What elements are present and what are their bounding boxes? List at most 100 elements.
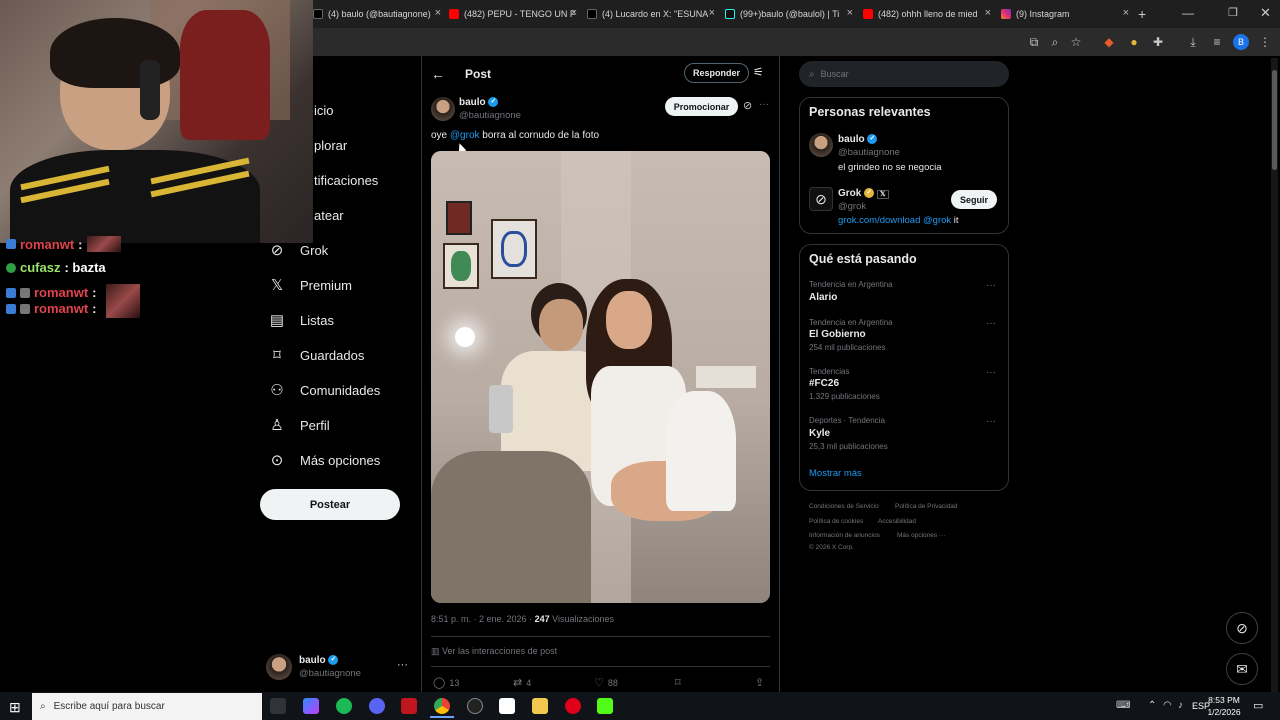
- discord-icon[interactable]: [369, 698, 385, 714]
- promote-button[interactable]: Promocionar: [665, 97, 738, 116]
- trend-name[interactable]: El Gobierno: [809, 329, 866, 340]
- account-menu-icon[interactable]: ···: [397, 659, 408, 671]
- windows-start-icon[interactable]: ⊞: [9, 699, 21, 716]
- footer-link[interactable]: Más opciones ···: [897, 532, 945, 539]
- grok-fab-icon[interactable]: ⊘: [1226, 612, 1258, 644]
- trend-more-icon[interactable]: ···: [986, 280, 996, 291]
- close-tab-icon[interactable]: ×: [847, 7, 853, 19]
- post-more-icon[interactable]: ···: [759, 99, 769, 110]
- footer-link[interactable]: Política de cookies: [809, 518, 863, 525]
- close-tab-icon[interactable]: ×: [1123, 7, 1129, 19]
- nav-communities[interactable]: ⚇ Comunidades: [268, 378, 380, 402]
- browser-tab[interactable]: (4) Lucardo en X: "ESUNA ×: [587, 4, 715, 24]
- browser-tab[interactable]: (482) ohhh lleno de mied ×: [863, 4, 991, 24]
- capcut-icon[interactable]: [499, 698, 515, 714]
- network-icon[interactable]: ◠: [1163, 700, 1172, 711]
- extension-icon[interactable]: ◆: [1101, 34, 1117, 50]
- browser-tab-active[interactable]: (9) Instagram ×: [1001, 4, 1129, 24]
- close-tab-icon[interactable]: ×: [571, 7, 577, 19]
- download-icon[interactable]: ⤓: [1185, 34, 1201, 50]
- clock-date[interactable]: 1/2/2026: [1204, 707, 1244, 717]
- kick-icon[interactable]: [597, 698, 613, 714]
- post-photo[interactable]: [431, 151, 770, 603]
- app-icon[interactable]: [401, 698, 417, 714]
- extension-icon[interactable]: ●: [1126, 34, 1142, 50]
- account-name[interactable]: baulo ✓: [299, 655, 339, 666]
- share-action[interactable]: ⇪: [755, 676, 764, 689]
- footer-link[interactable]: Condiciones de Servicio: [809, 503, 879, 510]
- opera-icon[interactable]: [565, 698, 581, 714]
- taskbar-search[interactable]: ⌕ Escribe aquí para buscar: [32, 693, 262, 720]
- nav-messages[interactable]: atear: [314, 203, 344, 227]
- keyboard-icon[interactable]: ⌨: [1116, 700, 1130, 711]
- chrome-icon[interactable]: [434, 698, 450, 714]
- footer-link[interactable]: Accesibilidad: [878, 518, 916, 525]
- show-more-link[interactable]: Mostrar más: [809, 468, 862, 479]
- file-explorer-icon[interactable]: [532, 698, 548, 714]
- trend-more-icon[interactable]: ···: [986, 367, 996, 378]
- trend-more-icon[interactable]: ···: [986, 318, 996, 329]
- restore-window-icon[interactable]: ❐: [1228, 6, 1238, 19]
- nav-lists[interactable]: ▤ Listas: [268, 308, 334, 332]
- browser-menu-icon[interactable]: ⋮: [1257, 34, 1273, 50]
- scrollbar-thumb[interactable]: [1272, 70, 1277, 170]
- nav-more-options[interactable]: ⊙ Más opciones: [268, 448, 381, 472]
- trend-name[interactable]: Kyle: [809, 428, 830, 439]
- reading-list-icon[interactable]: ≡: [1209, 34, 1225, 50]
- person-name[interactable]: baulo ✓: [838, 134, 878, 145]
- tray-chevron-icon[interactable]: ⌃: [1148, 700, 1156, 711]
- follow-button[interactable]: Seguir: [951, 190, 997, 209]
- like-action[interactable]: ♡ 88: [594, 676, 618, 689]
- nav-grok[interactable]: ⊘ Grok: [268, 238, 328, 262]
- reply-button[interactable]: Responder: [684, 63, 749, 83]
- close-tab-icon[interactable]: ×: [709, 7, 715, 19]
- post-button[interactable]: Postear: [260, 489, 400, 520]
- post-interactions-link[interactable]: ▥ Ver las interacciones de post: [431, 646, 557, 657]
- spotify-icon[interactable]: [336, 698, 352, 714]
- task-view-icon[interactable]: [270, 698, 286, 714]
- extensions-puzzle-icon[interactable]: ✚: [1150, 34, 1166, 50]
- footer-link[interactable]: Información de anuncios: [809, 532, 880, 539]
- author-name[interactable]: baulo ✓: [459, 97, 499, 108]
- person-avatar[interactable]: [809, 133, 833, 157]
- cast-icon[interactable]: ⧉: [1026, 34, 1042, 50]
- bookmark-star-icon[interactable]: ☆: [1068, 34, 1084, 50]
- clock-time[interactable]: 8:53 PM: [1208, 695, 1240, 705]
- browser-tab[interactable]: (99+)baulo (@baulol) | Ti ×: [725, 4, 853, 24]
- nav-profile[interactable]: ♙ Perfil: [268, 413, 329, 437]
- close-tab-icon[interactable]: ×: [985, 7, 991, 19]
- close-tab-icon[interactable]: ×: [435, 7, 441, 19]
- trend-more-icon[interactable]: ···: [986, 416, 996, 427]
- grok-avatar-icon[interactable]: ⊘: [809, 187, 833, 211]
- close-window-icon[interactable]: ✕: [1260, 5, 1271, 21]
- volume-icon[interactable]: ♪: [1178, 700, 1183, 711]
- copilot-icon[interactable]: [303, 698, 319, 714]
- account-avatar[interactable]: [266, 654, 292, 680]
- new-tab-button[interactable]: +: [1138, 6, 1146, 22]
- browser-tab[interactable]: (4) baulo (@bautiagnone) ×: [313, 4, 441, 24]
- messages-fab-icon[interactable]: ✉: [1226, 653, 1258, 685]
- nav-premium[interactable]: 𝕏 Premium: [268, 273, 352, 297]
- profile-avatar-icon[interactable]: B: [1233, 34, 1249, 50]
- footer-link[interactable]: Política de Privacidad: [895, 503, 958, 510]
- bookmark-action[interactable]: ⌑: [675, 676, 681, 689]
- trend-name[interactable]: #FC26: [809, 378, 839, 389]
- nav-explore[interactable]: plorar: [314, 133, 347, 157]
- minimize-window-icon[interactable]: —: [1182, 6, 1194, 20]
- zoom-icon[interactable]: ⌕: [1047, 34, 1063, 50]
- person-name[interactable]: Grok ✓ 𝕏: [838, 188, 889, 199]
- back-arrow-icon[interactable]: ←: [431, 66, 445, 82]
- notifications-icon[interactable]: ▭: [1253, 699, 1263, 712]
- nav-notifications[interactable]: tificaciones: [314, 168, 378, 192]
- settings-sliders-icon[interactable]: ⚟: [753, 65, 764, 79]
- browser-tab[interactable]: (482) PEPU - TENGO UN F ×: [449, 4, 577, 24]
- nav-home[interactable]: icio: [314, 98, 334, 122]
- reply-action[interactable]: ◯ 13: [433, 676, 459, 689]
- obs-icon[interactable]: [467, 698, 483, 714]
- search-field[interactable]: ⌕ Buscar: [799, 61, 1009, 87]
- grok-analyze-icon[interactable]: ⊘: [743, 99, 752, 112]
- author-avatar[interactable]: [431, 97, 455, 121]
- trend-name[interactable]: Alario: [809, 292, 837, 303]
- mention-link[interactable]: @grok: [450, 130, 480, 141]
- repost-action[interactable]: ⇄ 4: [513, 676, 531, 689]
